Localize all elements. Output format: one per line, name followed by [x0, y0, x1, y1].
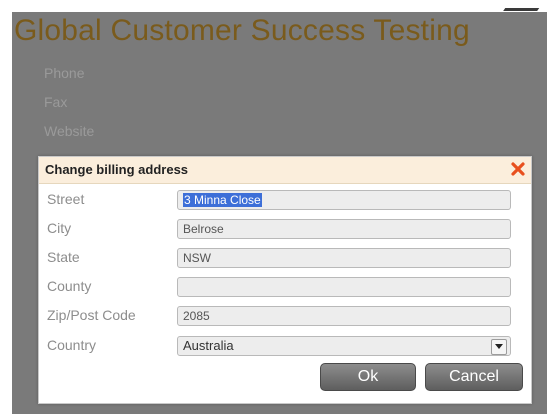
- zip-label: Zip/Post Code: [47, 307, 136, 323]
- city-label: City: [47, 220, 72, 236]
- street-label: Street: [47, 191, 85, 207]
- background-field-phone: Phone: [44, 65, 85, 81]
- background-field-website: Website: [44, 123, 95, 139]
- county-input[interactable]: [177, 277, 511, 297]
- background-field-fax: Fax: [44, 94, 68, 110]
- page-title: Global Customer Success Testing: [14, 14, 470, 47]
- close-icon: [511, 162, 525, 176]
- ok-button[interactable]: Ok: [320, 363, 416, 391]
- county-label: County: [47, 278, 92, 294]
- top-strip: [0, 0, 547, 12]
- zip-input[interactable]: 2085: [177, 306, 511, 326]
- state-input[interactable]: NSW: [177, 248, 511, 268]
- country-select[interactable]: Australia: [177, 336, 511, 356]
- country-label: Country: [47, 337, 97, 353]
- cancel-button[interactable]: Cancel: [425, 363, 523, 391]
- street-input[interactable]: 3 Minna Close: [177, 190, 511, 210]
- dialog-title: Change billing address: [45, 162, 189, 177]
- country-value: Australia: [183, 338, 234, 353]
- city-input[interactable]: Belrose: [177, 219, 511, 239]
- dialog-header: Change billing address: [39, 157, 531, 184]
- street-value: 3 Minna Close: [183, 193, 262, 207]
- change-billing-address-dialog: Change billing address Street 3 Minna Cl…: [38, 156, 532, 404]
- state-label: State: [47, 249, 80, 265]
- chevron-down-icon[interactable]: [491, 339, 507, 355]
- close-button[interactable]: [509, 160, 527, 178]
